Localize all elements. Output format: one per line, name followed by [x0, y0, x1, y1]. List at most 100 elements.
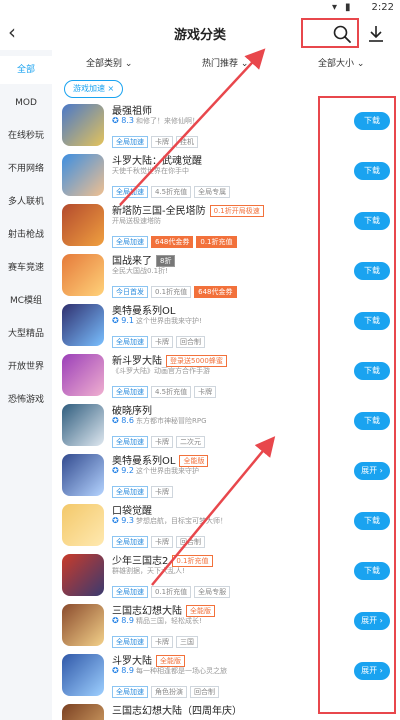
- sidebar-item[interactable]: 恐怖游戏: [0, 386, 52, 414]
- download-button[interactable]: 下载: [354, 362, 390, 380]
- download-icon[interactable]: [366, 24, 386, 44]
- game-description: 和修了！来修仙啊！: [136, 117, 199, 125]
- sidebar-item[interactable]: 多人联机: [0, 188, 52, 216]
- expand-button[interactable]: 展开 ›: [354, 612, 390, 630]
- game-icon[interactable]: [62, 254, 104, 296]
- game-description: 全民大国战0.1折!: [112, 267, 168, 275]
- download-button[interactable]: 下载: [354, 212, 390, 230]
- rating: ✪ 8.3: [112, 116, 134, 125]
- game-tag: 全局加速: [112, 636, 148, 648]
- list-item[interactable]: 新斗罗大陆 登录送5000蜂蜜 《斗罗大陆》动画官方合作手游 全局加速 4.5折充值 卡牌…: [52, 350, 400, 400]
- star-icon: ✪: [112, 666, 122, 675]
- game-icon[interactable]: [62, 654, 104, 696]
- game-tag: 全局加速: [112, 436, 148, 448]
- game-icon[interactable]: [62, 354, 104, 396]
- game-tag: 全局加速: [112, 386, 148, 398]
- list-item[interactable]: 破晓序列 ✪ 8.6 东方都市神秘冒险RPG 全局加速 卡牌 二次元 下载: [52, 400, 400, 450]
- filter-size[interactable]: 全部大小 ⌄: [318, 56, 364, 69]
- star-icon: ✪: [112, 116, 122, 125]
- game-tag: 卡牌: [151, 136, 173, 148]
- game-description: 群雄割据，天下大乱人!: [112, 567, 185, 575]
- rating: ✪ 9.1: [112, 316, 134, 325]
- game-name: 少年三国志2 0.1折充值: [112, 552, 213, 567]
- game-description: 精品三国，轻松成长!: [136, 617, 202, 625]
- list-item[interactable]: 口袋觉醒 ✪ 9.3 梦想启航，目标宝可梦大师！ 全局加速 卡牌 回合制 下载: [52, 500, 400, 550]
- list-item[interactable]: 三国志幻想大陆 全能版 ✪ 8.9 精品三国，轻松成长! 全局加速 卡牌 三国 展开 ›: [52, 600, 400, 650]
- star-icon: ✪: [112, 516, 122, 525]
- category-sidebar: 全部 MOD 在线秒玩不用网络多人联机射击枪战赛车竞速 MC模组大型精品开放世界恐怖游…: [0, 50, 52, 720]
- game-name: 奥特曼系列OL: [112, 306, 176, 317]
- game-tag: 回合制: [190, 686, 219, 698]
- game-tag: 648代金券: [194, 286, 237, 298]
- download-button[interactable]: 下载: [354, 112, 390, 130]
- game-icon[interactable]: [62, 454, 104, 496]
- game-name: 口袋觉醒: [112, 506, 152, 517]
- sidebar-item[interactable]: MOD: [0, 89, 52, 117]
- game-tag: 卡牌: [194, 386, 217, 398]
- game-description: 开局送极速塔防: [112, 217, 161, 225]
- star-icon: ✪: [112, 316, 122, 325]
- expand-button[interactable]: 展开 ›: [354, 462, 390, 480]
- game-tag: 全局加速: [112, 186, 148, 198]
- sidebar-item[interactable]: MC模组: [0, 287, 52, 315]
- list-item[interactable]: 最强祖师 ✪ 8.3 和修了！来修仙啊！ 全局加速 卡牌 挂机 下载: [52, 100, 400, 150]
- speedup-tag[interactable]: 游戏加速 ×: [64, 80, 124, 98]
- star-icon: ✪: [112, 466, 122, 475]
- game-icon[interactable]: [62, 154, 104, 196]
- game-tag: 全局加速: [112, 486, 148, 498]
- search-icon[interactable]: [332, 24, 352, 44]
- game-name: 斗罗大陆：武魂觉醒: [112, 156, 202, 167]
- rating: ✪ 8.6: [112, 416, 134, 425]
- sidebar-item[interactable]: 射击枪战: [0, 221, 52, 249]
- list-item[interactable]: 少年三国志2 0.1折充值 群雄割据，天下大乱人! 全局加速 0.1折充值 全局专服 下载: [52, 550, 400, 600]
- sidebar-item[interactable]: 不用网络: [0, 155, 52, 183]
- game-tag: 全局加速: [112, 686, 148, 698]
- game-icon[interactable]: [62, 104, 104, 146]
- list-item[interactable]: 国战来了 8折 全民大国战0.1折! 今日首发 0.1折充值 648代金券 下载: [52, 250, 400, 300]
- game-tag: 全局加速: [112, 136, 148, 148]
- game-icon[interactable]: [62, 554, 104, 596]
- download-button[interactable]: 下载: [354, 562, 390, 580]
- sidebar-item[interactable]: 开放世界: [0, 353, 52, 381]
- list-item[interactable]: 奥特曼系列OL 全能版 ✪ 9.2 这个世界由我来守护 全局加速 卡牌 展开 ›: [52, 450, 400, 500]
- sidebar-item[interactable]: 大型精品: [0, 320, 52, 348]
- game-icon[interactable]: [62, 204, 104, 246]
- game-tag: 回合制: [176, 536, 205, 548]
- game-icon[interactable]: [62, 304, 104, 346]
- game-icon[interactable]: [62, 504, 104, 546]
- download-button[interactable]: 下载: [354, 512, 390, 530]
- filter-category[interactable]: 全部类别 ⌄: [86, 56, 132, 69]
- sidebar-item[interactable]: 在线秒玩: [0, 122, 52, 150]
- list-item[interactable]: 三国志幻想大陆（四周年庆）: [52, 700, 400, 720]
- download-button[interactable]: 下载: [354, 262, 390, 280]
- game-tag: 卡牌: [151, 436, 173, 448]
- rating: ✪ 9.3: [112, 516, 134, 525]
- game-tag: 全局专属: [194, 186, 231, 198]
- filter-hot[interactable]: 热门推荐 ⌄: [202, 56, 248, 69]
- game-name: 三国志幻想大陆 全能版: [112, 602, 215, 617]
- game-list: 最强祖师 ✪ 8.3 和修了！来修仙啊！ 全局加速 卡牌 挂机 下载 斗罗大陆：武魂觉醒 天使千…: [52, 100, 400, 720]
- sidebar-item[interactable]: 赛车竞速: [0, 254, 52, 282]
- game-tag: 三国: [176, 636, 198, 648]
- top-bar: ‹ 游戏分类: [0, 16, 400, 50]
- download-button[interactable]: 下载: [354, 312, 390, 330]
- download-button[interactable]: 下载: [354, 412, 390, 430]
- filter-bar: 全部类别 ⌄ 热门推荐 ⌄ 全部大小 ⌄: [52, 50, 400, 76]
- list-item[interactable]: 斗罗大陆：武魂觉醒 天使千秋觉世界在你手中 全局加速 4.5折充值 全局专属 下载: [52, 150, 400, 200]
- sidebar-item[interactable]: 全部: [0, 56, 52, 84]
- game-icon[interactable]: [62, 404, 104, 446]
- game-name: 新斗罗大陆 登录送5000蜂蜜: [112, 352, 227, 367]
- game-name: 斗罗大陆 全能版: [112, 652, 185, 667]
- game-icon[interactable]: [62, 704, 104, 720]
- game-description: 每一种相逢都是一场心灵之旅: [136, 667, 227, 675]
- list-item[interactable]: 奥特曼系列OL ✪ 9.1 这个世界由我来守护! 全局加速 卡牌 回合制 下载: [52, 300, 400, 350]
- game-tag: 全局加速: [112, 336, 148, 348]
- game-icon[interactable]: [62, 604, 104, 646]
- wifi-icon: ▾: [332, 2, 338, 13]
- game-tag: 全局加速: [112, 536, 148, 548]
- list-item[interactable]: 斗罗大陆 全能版 ✪ 8.9 每一种相逢都是一场心灵之旅 全局加速 角色扮演 回合制 展开 ›: [52, 650, 400, 700]
- expand-button[interactable]: 展开 ›: [354, 662, 390, 680]
- list-item[interactable]: 新塔防三国-全民塔防 0.1折开局极速 开局送极速塔防 全局加速 648代金券 0.1折充…: [52, 200, 400, 250]
- download-button[interactable]: 下载: [354, 162, 390, 180]
- status-bar: ▾ ▮ 2:22: [0, 0, 400, 16]
